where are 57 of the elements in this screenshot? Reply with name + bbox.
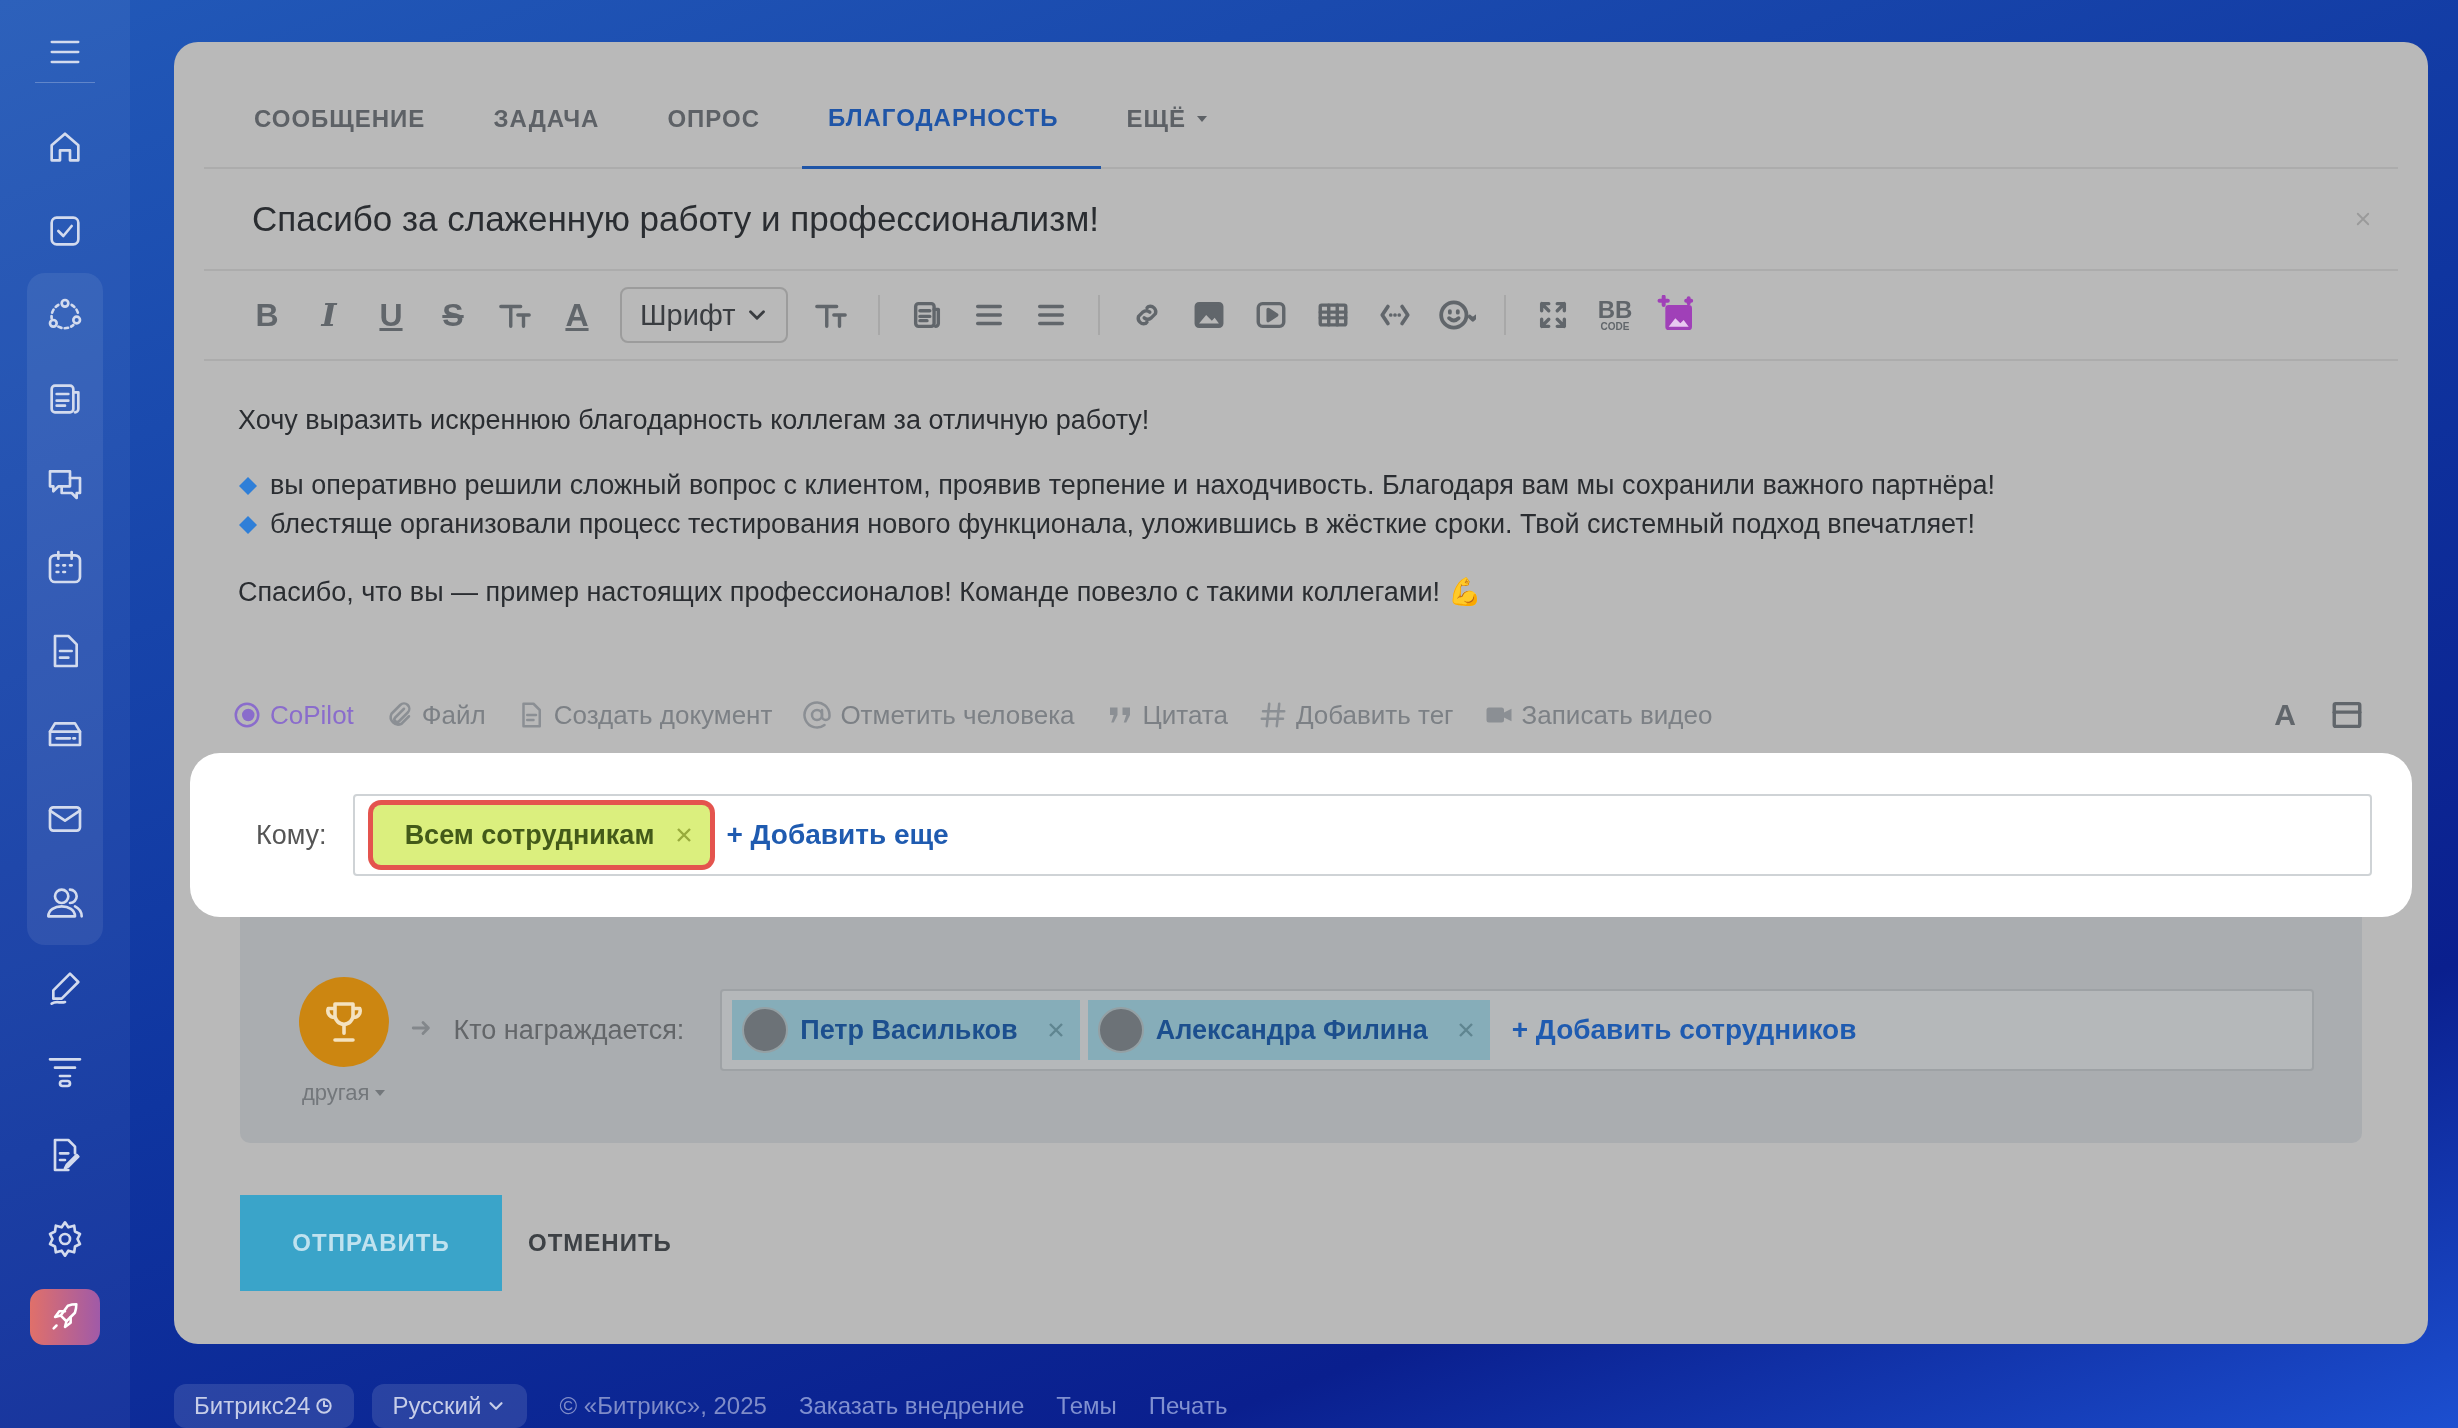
remove-icon[interactable] [676, 827, 693, 843]
text-color-button[interactable]: A [548, 287, 606, 343]
remove-icon[interactable] [1457, 1022, 1474, 1038]
text-format-button[interactable]: A [2274, 687, 2296, 743]
attachment-button[interactable]: Добавить тег [1257, 699, 1454, 731]
add-employees-link[interactable]: + Добавить сотрудников [1511, 1014, 1857, 1046]
underline-button[interactable]: U [362, 287, 420, 343]
language-dropdown[interactable]: Русский [372, 1384, 528, 1428]
person-name: Александра Филина [1155, 1014, 1428, 1046]
bullet-icon [238, 475, 258, 496]
tab[interactable]: СООБЩЕНИЕ [228, 42, 468, 167]
attachment-button[interactable]: Цитата [1104, 699, 1228, 731]
recipients-field[interactable]: Всем сотрудникам + Добавить еще [352, 794, 2372, 876]
copyright-text: © «Битрикс», 2025 [559, 1392, 767, 1420]
cancel-button[interactable]: ОТМЕНИТЬ [528, 1229, 672, 1257]
add-recipient-link[interactable]: + Добавить еще [726, 819, 949, 851]
bullet-icon [238, 514, 258, 535]
italic-button[interactable]: I [300, 287, 358, 343]
attachment-button[interactable]: Файл [383, 699, 486, 731]
awardee-label: Кто награждается: [453, 1014, 685, 1046]
tab[interactable]: ОПРОС [641, 42, 803, 167]
tab[interactable]: ЗАДАЧА [467, 42, 642, 167]
bullet-text: вы оперативно решили сложный вопрос с клиентом, проявив терпение и находчивость. Благодаря вам мы сохранили важного партнёра! [270, 470, 1996, 501]
footer-link[interactable]: Печать [1148, 1392, 1228, 1420]
remove-icon[interactable] [1047, 1022, 1064, 1038]
tab[interactable]: БЛАГОДАРНОСТЬ [802, 42, 1101, 169]
person-tag[interactable]: Петр Васильков [732, 1000, 1080, 1060]
attachment-button[interactable]: Записать видео [1483, 699, 1713, 731]
recipients-label: Кому: [256, 819, 327, 851]
font-dropdown[interactable]: Шрифт [620, 287, 788, 343]
clock-icon [314, 1396, 335, 1416]
person-name: Петр Васильков [800, 1014, 1018, 1046]
bullet-text: блестяще организовали процесс тестирования нового функционала, уложившись в жёсткие сроки. Твой системный подход впечатляет! [270, 509, 1975, 540]
close-icon [2354, 210, 2372, 228]
footer-link[interactable]: Темы [1056, 1392, 1117, 1420]
message-title: Спасибо за слаженную работу и профессионализм! [252, 199, 1100, 239]
person-tag[interactable]: Александра Филина [1087, 1000, 1490, 1060]
avatar [742, 1007, 789, 1053]
caret-icon [373, 1089, 386, 1097]
awardee-field[interactable]: Петр Васильков Александра Филина + Добавить сотрудников [720, 989, 2314, 1071]
strikethrough-button[interactable]: S [424, 287, 482, 343]
footer-link[interactable]: Заказать внедрение [798, 1392, 1025, 1420]
at-sign-icon [802, 700, 833, 730]
attachment-button[interactable]: Создать документ [515, 699, 773, 731]
send-button[interactable]: ОТПРАВИТЬ [240, 1195, 502, 1291]
attachment-button[interactable]: Отметить человека [802, 699, 1075, 731]
caret-icon [1196, 114, 1209, 123]
copilot-icon [232, 700, 262, 730]
tab[interactable]: ЕЩЁ [1100, 42, 1251, 167]
bold-button[interactable]: B [238, 287, 296, 343]
brand-button[interactable]: Битрикс24 [174, 1384, 355, 1428]
paragraph: Спасибо, что вы — пример настоящих профессионалов! Команде повезло с такими коллегами! 💪 [238, 576, 1483, 608]
avatar [1097, 1007, 1144, 1053]
bbcode-button[interactable]: BB CODE [1586, 287, 1644, 343]
attachment-button[interactable]: CoPilot [232, 699, 354, 731]
rocket-button[interactable] [30, 1289, 100, 1345]
paragraph: Хочу выразить искреннюю благодарность коллегам за отличную работу! [238, 405, 1151, 436]
